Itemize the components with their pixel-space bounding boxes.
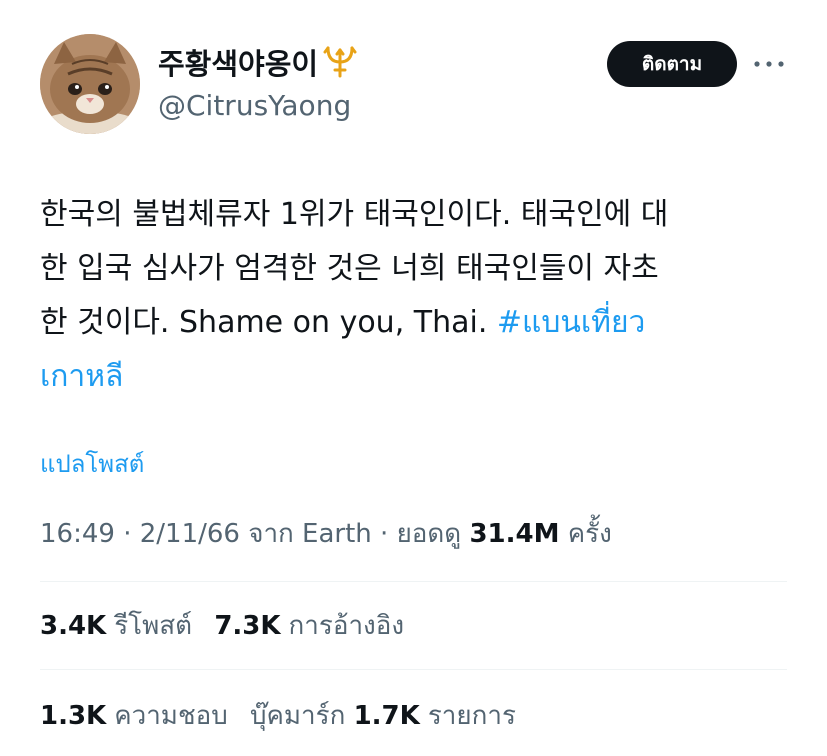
follow-button[interactable]: ติดตาม (607, 41, 737, 87)
tweet-text: 한국의 불법체류자 1위가 태국인이다. 태국인에 대 한 입국 심사가 엄격한… (40, 188, 790, 404)
quotes-stat[interactable]: 7.3K การอ้างอิง (214, 606, 404, 646)
tweet-line: 한 것이다. Shame on you, Thai. #แบนเที่ยว (40, 296, 790, 350)
stats-row-reposts-quotes: 3.4K รีโพสต์ 7.3K การอ้างอิง (40, 606, 418, 646)
likes-label: ความชอบ (114, 701, 228, 731)
more-horizontal-icon[interactable] (752, 54, 786, 74)
display-name[interactable]: 주황색야옹이 (158, 44, 358, 82)
tweet-line: เกาหลี (40, 350, 790, 404)
likes-stat[interactable]: 1.3K ความชอบ (40, 696, 228, 736)
quotes-count: 7.3K (214, 611, 281, 641)
tweet-meta: 16:49 · 2/11/66 จาก Earth · ยอดดู 31.4M … (40, 514, 612, 554)
divider (40, 581, 787, 582)
cat-avatar-icon (40, 34, 140, 134)
stats-row-likes-bookmarks: 1.3K ความชอบ บุ๊คมาร์ก 1.7K รายการ (40, 696, 530, 736)
divider (40, 669, 787, 670)
reposts-stat[interactable]: 3.4K รีโพสต์ (40, 606, 192, 646)
tweet-line: 한 입국 심사가 엄격한 것은 너희 태국인들이 자초 (40, 251, 659, 286)
bookmarks-suffix: รายการ (427, 701, 516, 731)
views-count: 31.4M (469, 519, 560, 549)
views-suffix: ครั้ง (559, 519, 612, 549)
tweet-line: 한국의 불법체류자 1위가 태국인이다. 태국인에 대 (40, 197, 669, 232)
bookmarks-label: บุ๊คมาร์ก (249, 701, 346, 731)
bookmarks-stat[interactable]: บุ๊คมาร์ก 1.7K รายการ (250, 696, 516, 736)
hashtag-link[interactable]: #แบนเที่ยว (497, 305, 645, 340)
display-name-text: 주황색야옹이 (158, 47, 319, 81)
hashtag-link-continued[interactable]: เกาหลี (40, 359, 123, 394)
likes-count: 1.3K (40, 701, 107, 731)
quotes-label: การอ้างอิง (288, 611, 405, 641)
reposts-label: รีโพสต์ (114, 611, 193, 641)
translate-post-link[interactable]: แปลโพสต์ (40, 446, 144, 482)
handle[interactable]: @CitrusYaong (158, 88, 351, 124)
reposts-count: 3.4K (40, 611, 107, 641)
avatar[interactable] (40, 34, 140, 134)
timestamp-and-source[interactable]: 16:49 · 2/11/66 จาก Earth · ยอดดู (40, 519, 469, 549)
bookmarks-count: 1.7K (353, 701, 420, 731)
tweet-line-text: 한 것이다. Shame on you, Thai. (40, 305, 497, 340)
trident-icon (322, 44, 358, 78)
